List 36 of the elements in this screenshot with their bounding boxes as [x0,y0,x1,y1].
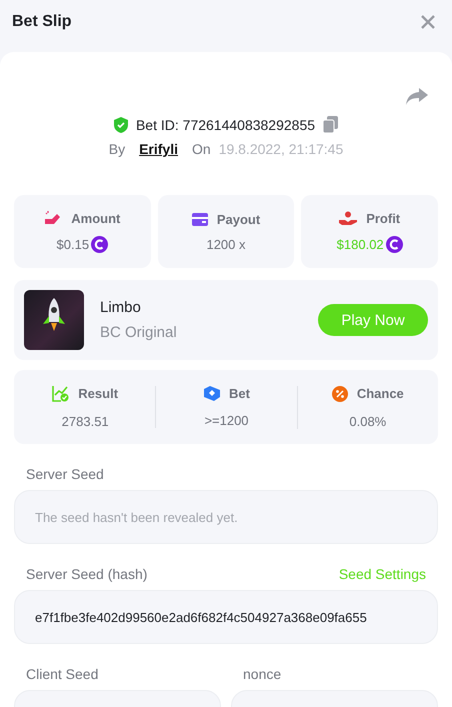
close-button[interactable] [420,14,436,30]
stat-value: $0.15 [56,236,90,252]
field-label: Client Seed [26,666,98,682]
copy-icon[interactable] [323,116,338,133]
detail-value: 2783.51 [62,414,109,429]
bet-id: Bet ID: 77261440838292855 [136,116,316,132]
by-label: By [108,141,126,157]
stat-value: $180.02 [336,236,384,252]
card-icon [192,212,208,226]
stat-label: Payout [216,212,260,226]
on-label: On [192,141,211,157]
field-label: Server Seed [26,466,104,482]
user-link[interactable]: Erifyli [139,141,178,157]
stat-label: Profit [366,210,400,226]
detail-value: 0.08% [349,414,386,428]
coin-icon [386,236,403,252]
game-provider: BC Original [100,324,178,341]
hash-field[interactable]: e7f1fbe3fe402d99560e2ad6f682f4c504927a368e09fa655 [14,590,438,644]
ticket-icon [203,386,220,401]
chart-check-icon [52,385,70,402]
percent-icon [332,386,348,402]
stat-label: Amount [71,210,120,226]
coin-icon [91,236,108,252]
detail-value: >=1200 [204,413,249,428]
game-name: Limbo [100,299,142,316]
stat-value: 1200 x [206,236,246,252]
bet-date: 19.8.2022, 21:17:45 [218,141,344,157]
server-seed-field[interactable]: The seed hasn't been revealed yet. [14,490,438,544]
field-label: nonce [243,666,282,682]
detail-label: Chance [356,386,404,401]
detail-label: Result [78,386,118,401]
game-thumbnail [24,290,84,350]
window-title: Bet Slip [12,13,72,31]
field-label: Server Seed (hash) [26,566,148,582]
shield-check-icon [114,116,128,132]
detail-label: Bet [229,386,250,401]
